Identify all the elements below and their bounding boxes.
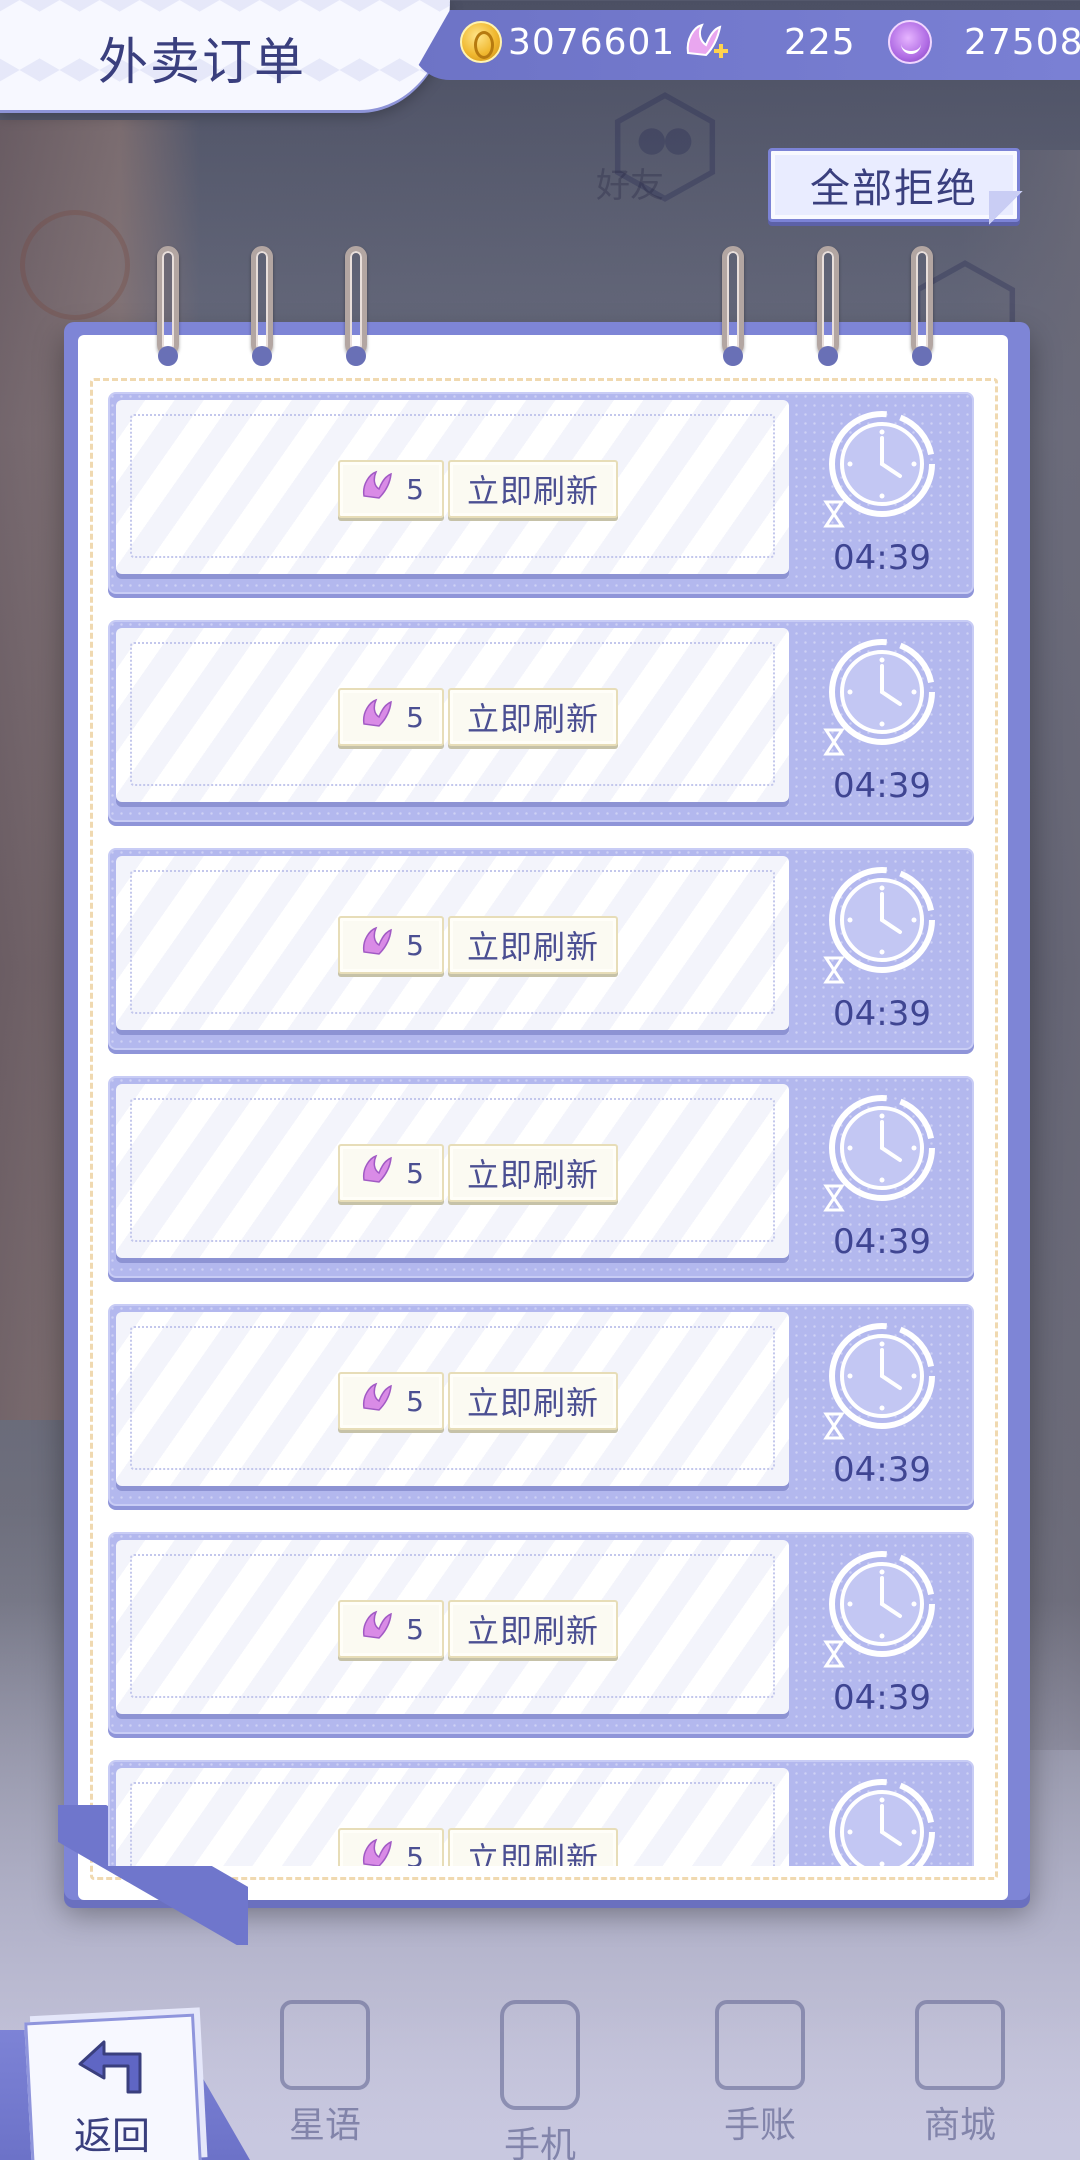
order-slot: 5 立即刷新 [116,1768,789,1866]
refresh-row: 5 立即刷新 [338,1144,618,1202]
order-slot: 5 立即刷新 [116,1540,789,1714]
order-card: 5 立即刷新 04:39 [108,848,974,1050]
nav-item-xingyu[interactable]: 星语 [250,2000,400,2150]
refresh-now-button[interactable]: 立即刷新 [448,1600,618,1658]
binder-ring [345,246,367,366]
refresh-now-button[interactable]: 立即刷新 [448,1144,618,1202]
timer-value: 04:39 [833,1678,931,1718]
refresh-cost-value: 5 [406,1840,424,1867]
reject-all-button[interactable]: 全部拒绝 [768,148,1023,225]
order-card: 5 立即刷新 04:39 [108,1760,974,1866]
nav-item-phone[interactable]: 手机 [465,2000,615,2160]
shop-icon [915,2000,1005,2090]
top-bar: 外卖订单 3076601 225 27508 [0,0,1080,110]
timer-value: 04:39 [833,1222,931,1262]
nav-item-label: 手账 [723,2105,796,2146]
binder-ring [911,246,933,366]
gold-currency[interactable]: 3076601 [460,14,675,70]
order-timer: 04:39 [806,634,958,814]
order-card: 5 立即刷新 04:39 [108,1076,974,1278]
friends-label: 好友 [596,166,664,206]
refresh-now-button[interactable]: 立即刷新 [448,688,618,746]
swan-diamond-icon [358,694,398,741]
timer-value: 04:39 [833,1450,931,1490]
refresh-row: 5 立即刷新 [338,1372,618,1430]
refresh-cost-chip: 5 [338,1144,444,1202]
diamond-value: 225 [784,21,856,63]
refresh-row: 5 立即刷新 [338,1828,618,1866]
swan-diamond-icon [358,1834,398,1866]
refresh-row: 5 立即刷新 [338,916,618,974]
nav-item-shop[interactable]: 商城 [885,2000,1035,2150]
refresh-cost-chip: 5 [338,688,444,746]
purple-moon-coin-icon [888,20,932,64]
refresh-cost-chip: 5 [338,1600,444,1658]
diamond-currency[interactable]: 225 [680,14,856,70]
timer-value: 04:39 [833,766,931,806]
refresh-row: 5 立即刷新 [338,1600,618,1658]
swan-diamond-icon [358,1378,398,1425]
star-currency[interactable]: 27508 [888,14,1080,70]
order-timer: 04:39 [806,406,958,586]
refresh-cost-chip: 5 [338,1372,444,1430]
title-tab: 外卖订单 [0,0,450,110]
order-slot: 5 立即刷新 [116,1084,789,1258]
refresh-cost-chip: 5 [338,916,444,974]
order-timer: 04:39 [806,1546,958,1726]
swan-diamond-add-icon [680,17,730,67]
refresh-cost-chip: 5 [338,460,444,518]
page-title: 外卖订单 [98,33,306,91]
refresh-row: 5 立即刷新 [338,460,618,518]
swan-diamond-icon [358,1606,398,1653]
order-card: 5 立即刷新 04:39 [108,392,974,594]
gold-coin-icon [460,21,502,63]
order-slot: 5 立即刷新 [116,628,789,802]
refresh-now-button[interactable]: 立即刷新 [448,1828,618,1866]
order-timer: 04:39 [806,1774,958,1866]
refresh-cost-value: 5 [406,928,424,962]
binder-ring [817,246,839,366]
refresh-now-button[interactable]: 立即刷新 [448,1372,618,1430]
timer-value: 04:39 [833,994,931,1034]
order-list[interactable]: 5 立即刷新 04:39 5 立即刷新 04:39 5 立即刷新 04:39 5 立即刷新 04:39… [108,392,974,1866]
nav-item-label: 手机 [503,2125,576,2160]
order-slot: 5 立即刷新 [116,400,789,574]
binder-ring [722,246,744,366]
order-card: 5 立即刷新 04:39 [108,1304,974,1506]
order-slot: 5 立即刷新 [116,1312,789,1486]
nav-item-label: 商城 [923,2105,996,2146]
refresh-cost-value: 5 [406,1612,424,1646]
order-timer: 04:39 [806,862,958,1042]
card-icon [280,2000,370,2090]
wall-clock-icon [20,210,130,320]
order-card: 5 立即刷新 04:39 [108,1532,974,1734]
calendar-check-icon [715,2000,805,2090]
refresh-now-button[interactable]: 立即刷新 [448,916,618,974]
nav-item-journal[interactable]: 手账 [685,2000,835,2150]
order-slot: 5 立即刷新 [116,856,789,1030]
nav-item-label: 星语 [288,2105,361,2146]
refresh-cost-chip: 5 [338,1828,444,1866]
star-value: 27508 [964,21,1080,63]
order-timer: 04:39 [806,1318,958,1498]
binder-ring [157,246,179,366]
binder-ring [251,246,273,366]
swan-diamond-icon [358,922,398,969]
swan-diamond-icon [358,466,398,513]
refresh-cost-value: 5 [406,472,424,506]
refresh-cost-value: 5 [406,1384,424,1418]
refresh-now-button[interactable]: 立即刷新 [448,460,618,518]
swan-diamond-icon [358,1150,398,1197]
gold-value: 3076601 [508,21,676,63]
back-arrow-icon [78,2040,142,2094]
order-timer: 04:39 [806,1090,958,1270]
back-button-label: 返回 [74,2114,151,2158]
phone-icon [500,2000,580,2110]
timer-value: 04:39 [833,538,931,578]
back-button[interactable]: 返回 [0,2010,250,2160]
refresh-cost-value: 5 [406,1156,424,1190]
order-card: 5 立即刷新 04:39 [108,620,974,822]
refresh-row: 5 立即刷新 [338,688,618,746]
refresh-cost-value: 5 [406,700,424,734]
